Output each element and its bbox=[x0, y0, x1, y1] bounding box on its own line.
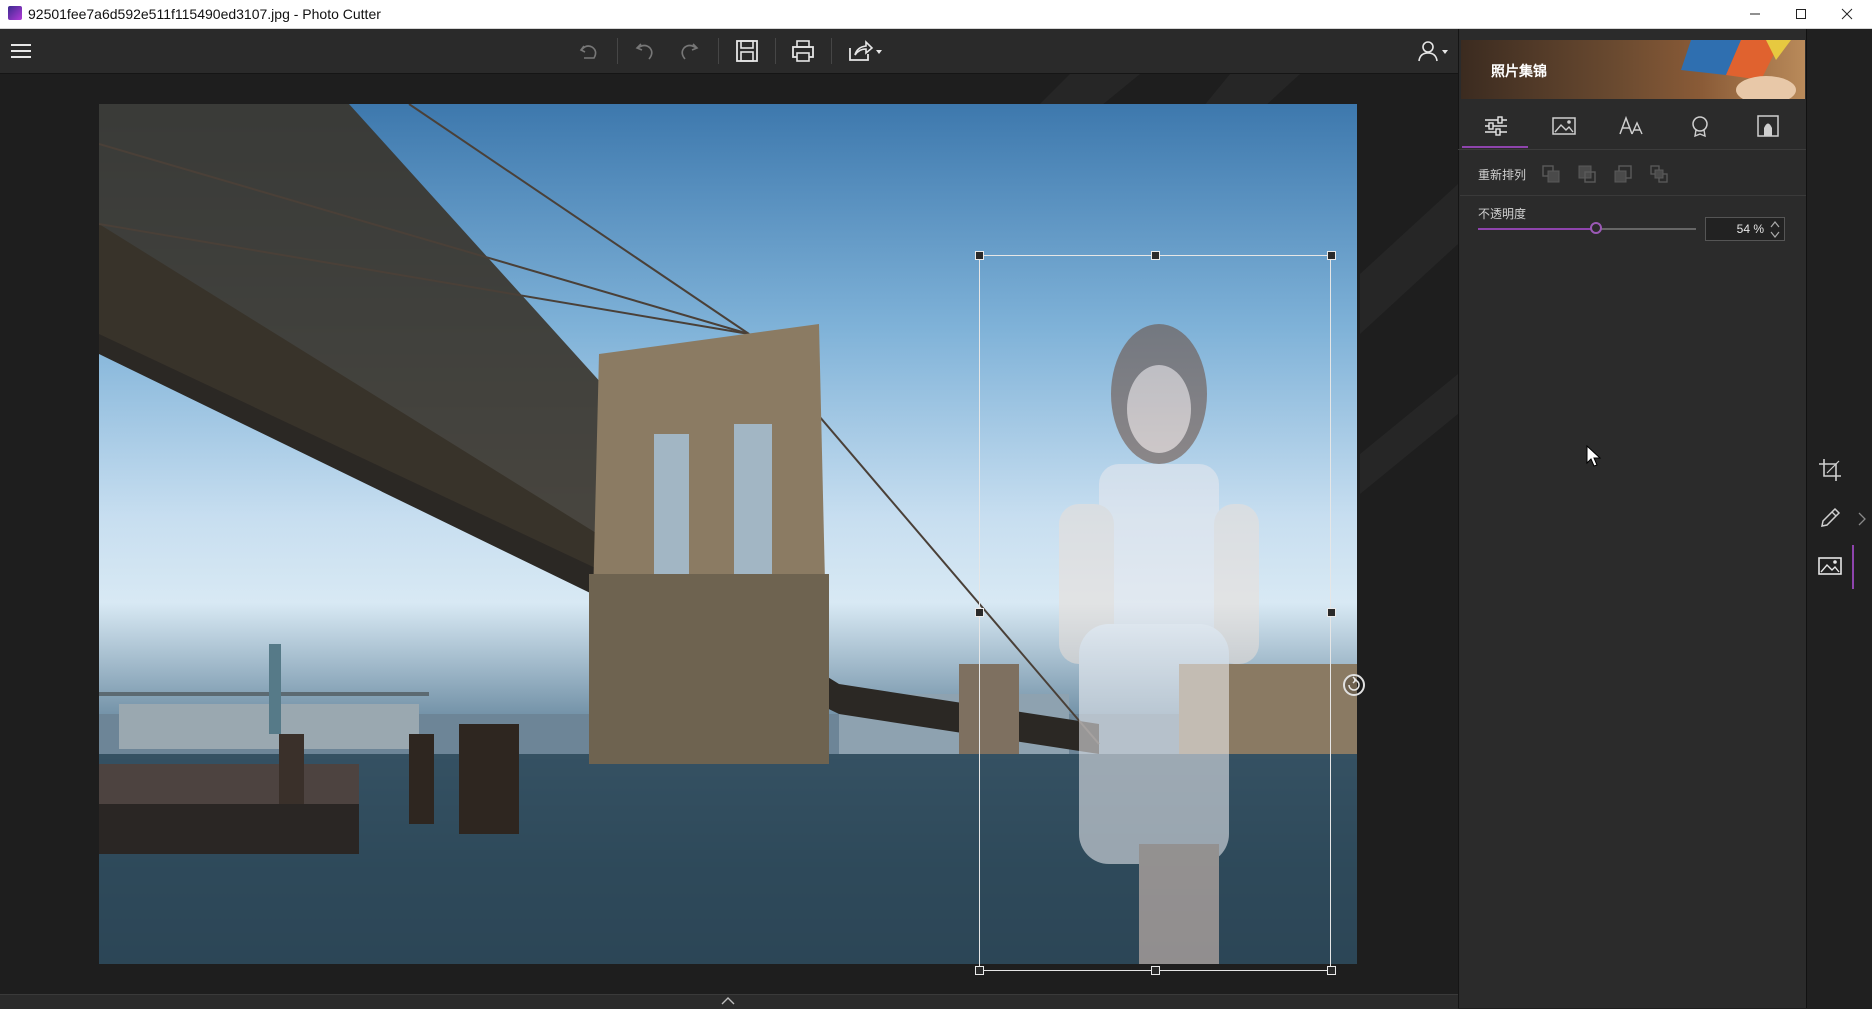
spin-down-icon[interactable] bbox=[1770, 230, 1780, 239]
user-account-button[interactable] bbox=[1413, 37, 1453, 65]
opacity-value: 54 % bbox=[1736, 222, 1764, 236]
opacity-label: 不透明度 bbox=[1478, 207, 1527, 221]
resize-handle-left[interactable] bbox=[975, 608, 984, 617]
bring-forward-icon bbox=[1578, 165, 1596, 183]
chevron-up-icon bbox=[721, 997, 735, 1005]
colorful-blocks-icon bbox=[1681, 40, 1796, 99]
tab-background[interactable] bbox=[1530, 103, 1598, 149]
banner-title: 照片集锦 bbox=[1491, 63, 1547, 79]
mouse-pointer-icon bbox=[1586, 445, 1602, 467]
undo-icon bbox=[579, 45, 597, 59]
tab-adjust[interactable] bbox=[1462, 103, 1530, 149]
save-icon bbox=[736, 40, 758, 62]
canvas-area[interactable] bbox=[0, 74, 1458, 994]
edit-tool-button[interactable] bbox=[1815, 503, 1845, 533]
send-backward-icon bbox=[1614, 165, 1632, 183]
crop-icon bbox=[1819, 459, 1841, 481]
active-tool-indicator bbox=[1852, 545, 1854, 589]
badge-icon bbox=[1692, 116, 1708, 138]
opacity-input[interactable]: 54 % bbox=[1705, 217, 1785, 241]
app-logo-icon bbox=[8, 6, 22, 20]
portrait-icon bbox=[1757, 115, 1779, 137]
maximize-button[interactable] bbox=[1778, 0, 1824, 28]
active-tab-indicator bbox=[1462, 146, 1528, 148]
resize-handle-bottom-left[interactable] bbox=[975, 966, 984, 975]
undo-all-button[interactable] bbox=[574, 37, 604, 65]
resize-handle-bottom-right[interactable] bbox=[1327, 966, 1336, 975]
redo-icon bbox=[681, 43, 699, 60]
image-icon bbox=[1552, 117, 1576, 135]
resize-handle-top[interactable] bbox=[1151, 251, 1160, 260]
close-button[interactable] bbox=[1824, 0, 1870, 28]
resize-handle-right[interactable] bbox=[1327, 608, 1336, 617]
crop-tool-button[interactable] bbox=[1815, 455, 1845, 485]
print-icon bbox=[792, 40, 814, 62]
photo-collage-banner[interactable]: 照片集锦 bbox=[1461, 40, 1805, 99]
rotate-icon bbox=[1348, 676, 1360, 691]
send-to-back-button[interactable] bbox=[1649, 164, 1669, 184]
rotate-handle[interactable] bbox=[1343, 674, 1365, 696]
edit-icon bbox=[1821, 507, 1841, 527]
minimize-button[interactable] bbox=[1732, 0, 1778, 28]
toolbar bbox=[0, 29, 1458, 74]
image-layer-tool-button[interactable] bbox=[1815, 551, 1845, 581]
chevron-right-icon[interactable] bbox=[1857, 511, 1867, 527]
tab-portrait[interactable] bbox=[1734, 103, 1802, 149]
spin-up-icon[interactable] bbox=[1770, 220, 1780, 229]
user-icon bbox=[1418, 41, 1448, 62]
bring-to-front-button[interactable] bbox=[1541, 164, 1561, 184]
share-button[interactable] bbox=[845, 37, 885, 65]
image-layer-icon bbox=[1818, 557, 1842, 575]
selection-box[interactable] bbox=[979, 255, 1331, 971]
tab-text[interactable] bbox=[1598, 103, 1666, 149]
bring-forward-button[interactable] bbox=[1577, 164, 1597, 184]
opacity-slider-knob[interactable] bbox=[1590, 222, 1602, 234]
title-bar: 92501fee7a6d592e511f115490ed3107.jpg - P… bbox=[0, 0, 1872, 29]
arrange-label: 重新排列 bbox=[1478, 168, 1527, 182]
undo-button[interactable] bbox=[630, 37, 660, 65]
maximize-icon bbox=[1796, 9, 1806, 19]
menu-icon bbox=[11, 44, 31, 58]
send-backward-button[interactable] bbox=[1613, 164, 1633, 184]
resize-handle-bottom[interactable] bbox=[1151, 966, 1160, 975]
sliders-icon bbox=[1485, 116, 1507, 136]
tab-sticker[interactable] bbox=[1666, 103, 1734, 149]
text-icon bbox=[1619, 115, 1643, 135]
send-to-back-icon bbox=[1650, 165, 1668, 183]
print-button[interactable] bbox=[788, 37, 818, 65]
opacity-slider-fill bbox=[1478, 228, 1596, 230]
menu-button[interactable] bbox=[6, 37, 36, 65]
minimize-icon bbox=[1750, 13, 1760, 15]
resize-handle-top-left[interactable] bbox=[975, 251, 984, 260]
undo-step-icon bbox=[635, 43, 653, 60]
bottom-collapse-bar[interactable] bbox=[0, 994, 1458, 1009]
panel-divider bbox=[1460, 195, 1806, 196]
close-icon bbox=[1841, 8, 1853, 20]
bring-to-front-icon bbox=[1542, 165, 1560, 183]
panel-tabs bbox=[1458, 103, 1806, 150]
window-title: 92501fee7a6d592e511f115490ed3107.jpg - P… bbox=[28, 6, 381, 22]
redo-button[interactable] bbox=[674, 37, 704, 65]
share-icon bbox=[849, 40, 882, 61]
save-button[interactable] bbox=[732, 37, 762, 65]
resize-handle-top-right[interactable] bbox=[1327, 251, 1336, 260]
